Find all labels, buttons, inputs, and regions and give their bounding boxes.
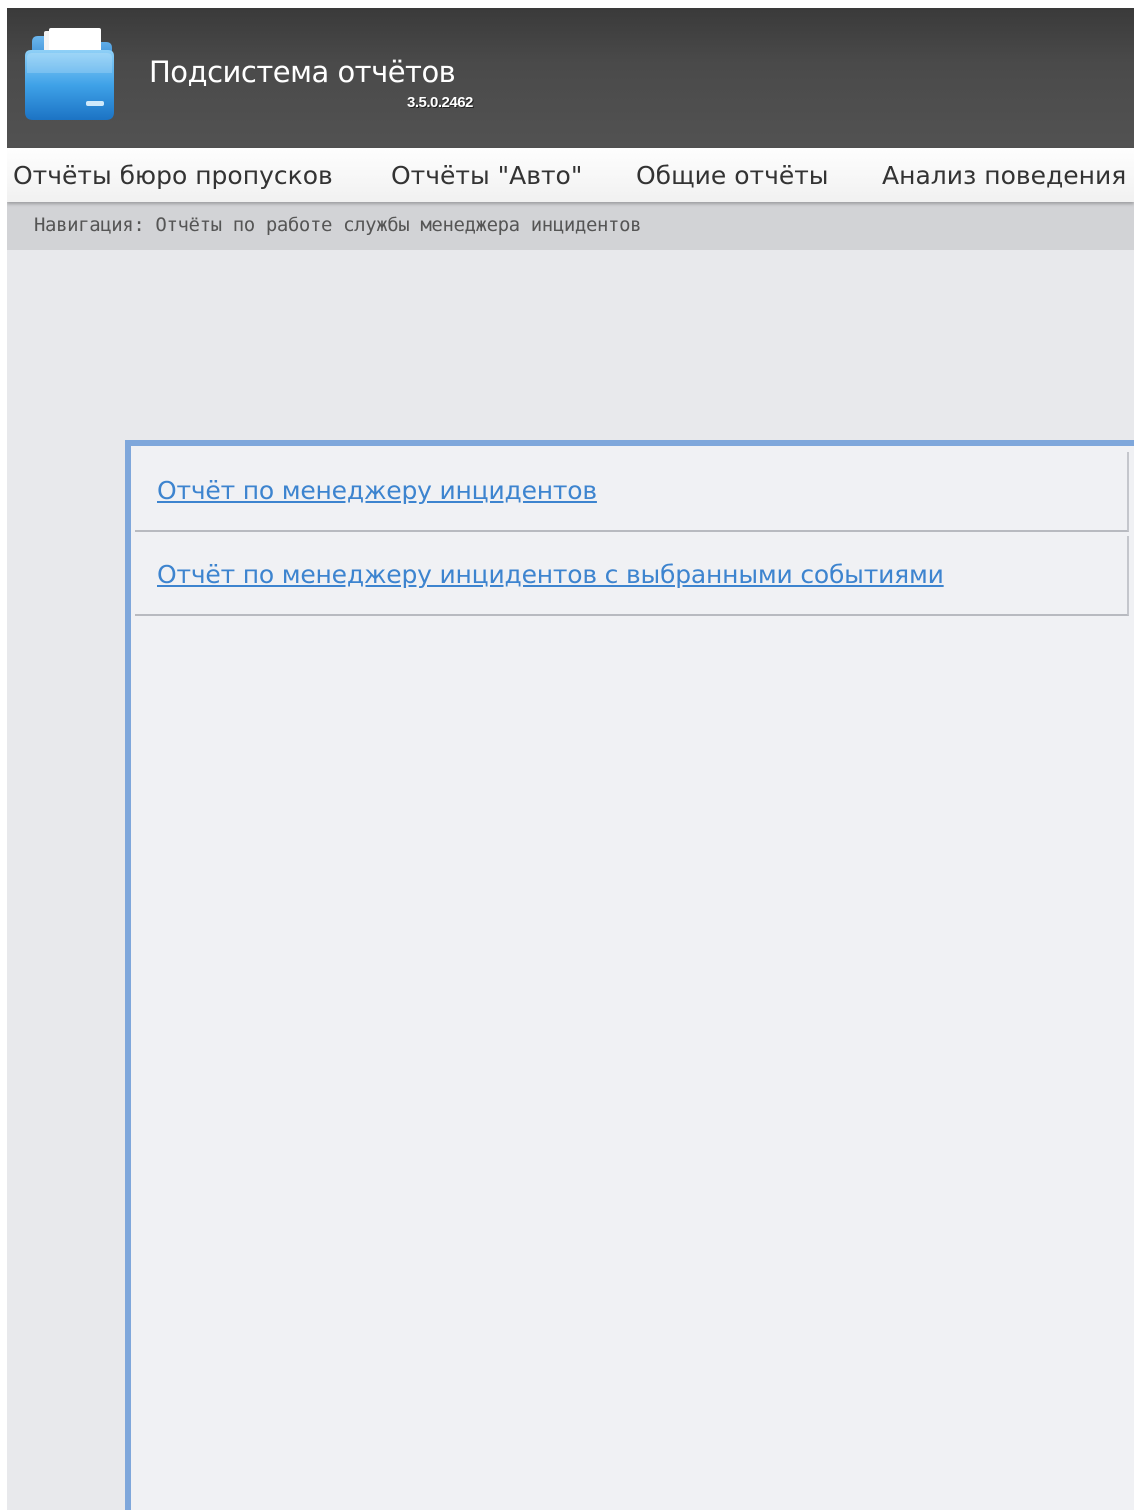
menu-item-auto-reports[interactable]: Отчёты "Авто" (391, 161, 582, 190)
main-menu: Отчёты бюро пропусков Отчёты "Авто" Общи… (7, 148, 1134, 202)
list-item: Отчёт по менеджеру инцидентов (135, 452, 1129, 532)
menu-item-pass-office-reports[interactable]: Отчёты бюро пропусков (13, 161, 333, 190)
app-title: Подсистема отчётов (149, 55, 456, 89)
reports-panel: Отчёт по менеджеру инцидентов Отчёт по м… (125, 440, 1134, 1510)
breadcrumb-text: Навигация: Отчёты по работе службы менед… (34, 214, 642, 236)
folder-icon (25, 28, 114, 120)
report-link-incident-manager[interactable]: Отчёт по менеджеру инцидентов (157, 476, 597, 505)
list-item: Отчёт по менеджеру инцидентов с выбранны… (135, 536, 1129, 616)
menu-item-behavior-analysis[interactable]: Анализ поведения (882, 161, 1126, 190)
menu-item-general-reports[interactable]: Общие отчёты (636, 161, 829, 190)
report-link-incident-manager-selected-events[interactable]: Отчёт по менеджеру инцидентов с выбранны… (157, 560, 944, 589)
app-page: Подсистема отчётов 3.5.0.2462 Отчёты бюр… (7, 8, 1134, 1510)
breadcrumb: Навигация: Отчёты по работе службы менед… (7, 202, 1134, 250)
app-header: Подсистема отчётов 3.5.0.2462 (7, 8, 1134, 148)
app-version: 3.5.0.2462 (407, 94, 473, 111)
